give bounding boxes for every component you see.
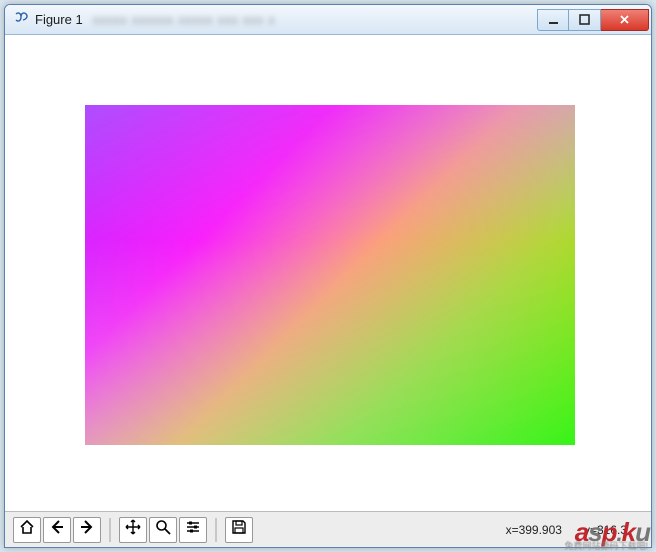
configure-button[interactable] (179, 517, 207, 543)
titlebar: Figure 1 xxxxx xxxxxx xxxxx xxx xxx x (5, 5, 651, 35)
app-icon (13, 12, 29, 28)
nav-group-io (225, 517, 253, 543)
minimize-button[interactable] (537, 9, 569, 31)
forward-button[interactable] (73, 517, 101, 543)
cursor-y-readout: y=316.3 (584, 523, 627, 537)
zoom-button[interactable] (149, 517, 177, 543)
home-button[interactable] (13, 517, 41, 543)
arrow-right-icon (79, 519, 95, 540)
watermark-subtext: 免费网站源码下载吧! (564, 539, 648, 552)
nav-toolbar: x=399.903 y=316.3 (5, 511, 651, 547)
save-button[interactable] (225, 517, 253, 543)
window-controls (537, 9, 649, 31)
figure-content (5, 35, 651, 511)
move-icon (125, 519, 141, 540)
pan-button[interactable] (119, 517, 147, 543)
maximize-button[interactable] (569, 9, 601, 31)
figure-canvas[interactable] (85, 105, 575, 445)
toolbar-separator (109, 518, 111, 542)
nav-group-view (119, 517, 207, 543)
close-button[interactable] (601, 9, 649, 31)
back-button[interactable] (43, 517, 71, 543)
home-icon (19, 519, 35, 540)
cursor-x-readout: x=399.903 (506, 523, 562, 537)
titlebar-blurred-text: xxxxx xxxxxx xxxxx xxx xxx x (93, 13, 537, 27)
sliders-icon (185, 519, 201, 540)
save-icon (231, 519, 247, 540)
zoom-icon (155, 519, 171, 540)
window-title: Figure 1 (35, 12, 83, 27)
figure-window: Figure 1 xxxxx xxxxxx xxxxx xxx xxx x (4, 4, 652, 548)
toolbar-separator (215, 518, 217, 542)
nav-group-history (13, 517, 101, 543)
arrow-left-icon (49, 519, 65, 540)
